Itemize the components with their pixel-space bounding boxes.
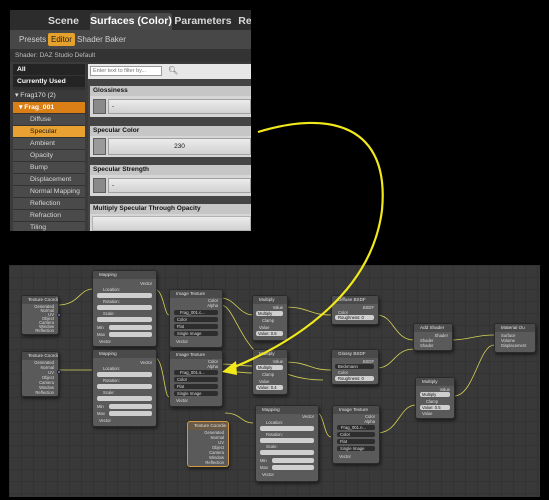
annotation-arrow (222, 121, 384, 375)
arrow-head-icon (222, 361, 237, 375)
